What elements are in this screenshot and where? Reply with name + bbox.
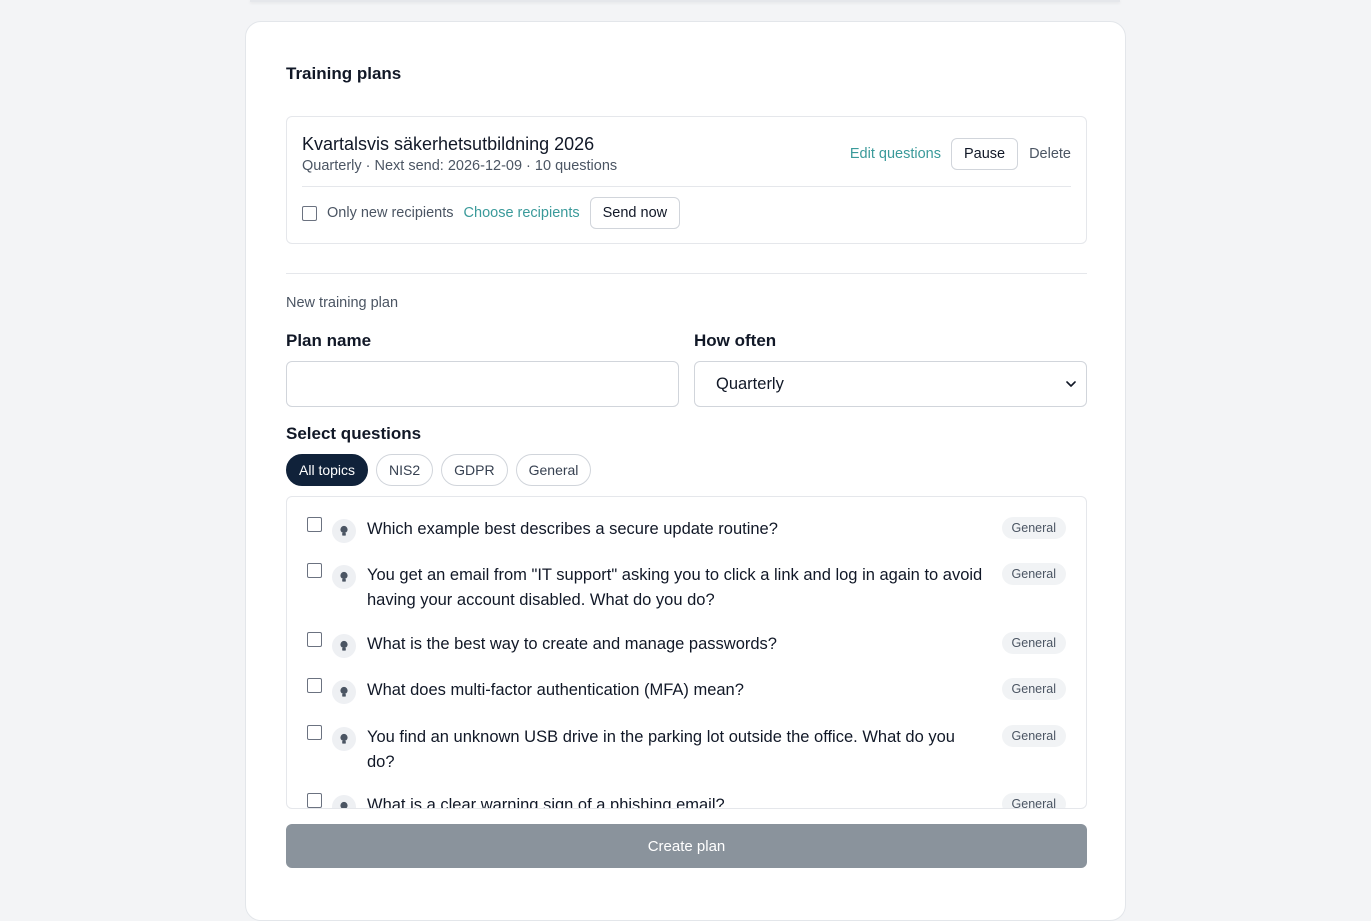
question-tag: General — [1001, 678, 1066, 700]
pause-button[interactable]: Pause — [950, 138, 1019, 170]
question-checkbox[interactable] — [307, 517, 322, 532]
topic-pill-nis2[interactable]: NIS2 — [376, 454, 434, 486]
question-tag: General — [1001, 793, 1066, 808]
how-often-value: Quarterly — [716, 375, 784, 393]
new-plan-subheading: New training plan — [286, 295, 399, 311]
question-tag: General — [1001, 632, 1066, 654]
chevron-down-icon — [1066, 381, 1076, 387]
question-text: You find an unknown USB drive in the par… — [367, 728, 955, 771]
section-title: Training plans — [286, 64, 402, 83]
plan-name-label: Plan name — [286, 331, 372, 350]
question-text: Which example best describes a secure up… — [367, 520, 778, 538]
topic-pill-all[interactable]: All topics — [286, 454, 369, 486]
section-divider — [286, 273, 1087, 274]
plan-divider — [302, 186, 1071, 187]
lightbulb-icon — [332, 634, 356, 658]
topic-filter: All topics NIS2 GDPR General — [286, 454, 592, 486]
question-text: What does multi-factor authentication (M… — [367, 681, 744, 699]
question-list[interactable]: Which example best describes a secure up… — [286, 496, 1087, 809]
how-often-select[interactable]: Quarterly — [694, 361, 1087, 407]
lightbulb-icon — [332, 727, 356, 751]
plan-meta: Quarterly · Next send: 2026-12-09 · 10 q… — [302, 158, 618, 174]
lightbulb-icon — [332, 680, 356, 704]
question-text: What is the best way to create and manag… — [367, 635, 777, 653]
plan-actions: Edit questions Pause Delete — [850, 138, 1071, 170]
edit-questions-link[interactable]: Edit questions — [850, 146, 941, 162]
lightbulb-icon — [332, 795, 356, 808]
only-new-recipients-label: Only new recipients — [327, 205, 454, 221]
question-checkbox[interactable] — [307, 632, 322, 647]
delete-link[interactable]: Delete — [1029, 146, 1071, 162]
question-checkbox[interactable] — [307, 793, 322, 808]
send-now-button[interactable]: Send now — [589, 197, 681, 229]
training-plans-card: Training plans Kvartalsvis säkerhetsutbi… — [245, 21, 1126, 921]
create-plan-button[interactable]: Create plan — [286, 824, 1087, 868]
training-plan-item: Kvartalsvis säkerhetsutbildning 2026 Qua… — [286, 116, 1087, 244]
question-checkbox[interactable] — [307, 563, 322, 578]
plan-name: Kvartalsvis säkerhetsutbildning 2026 — [302, 134, 595, 154]
plan-send-row: Only new recipients Choose recipients Se… — [302, 197, 681, 229]
question-checkbox[interactable] — [307, 678, 322, 693]
topic-pill-gdpr[interactable]: GDPR — [441, 454, 508, 486]
select-questions-label: Select questions — [286, 424, 422, 443]
question-tag: General — [1001, 517, 1066, 539]
plan-name-input[interactable] — [286, 361, 679, 407]
question-text: What is a clear warning sign of a phishi… — [367, 796, 725, 809]
question-tag: General — [1001, 725, 1066, 747]
lightbulb-icon — [332, 565, 356, 589]
question-text: You get an email from "IT support" askin… — [367, 566, 983, 609]
lightbulb-icon — [332, 519, 356, 543]
question-tag: General — [1001, 563, 1066, 585]
only-new-recipients-checkbox[interactable] — [302, 205, 317, 221]
choose-recipients-link[interactable]: Choose recipients — [464, 205, 580, 221]
question-checkbox[interactable] — [307, 725, 322, 740]
topic-pill-general[interactable]: General — [515, 454, 592, 486]
top-card-edge — [250, 0, 1120, 2]
how-often-label: How often — [694, 331, 777, 350]
